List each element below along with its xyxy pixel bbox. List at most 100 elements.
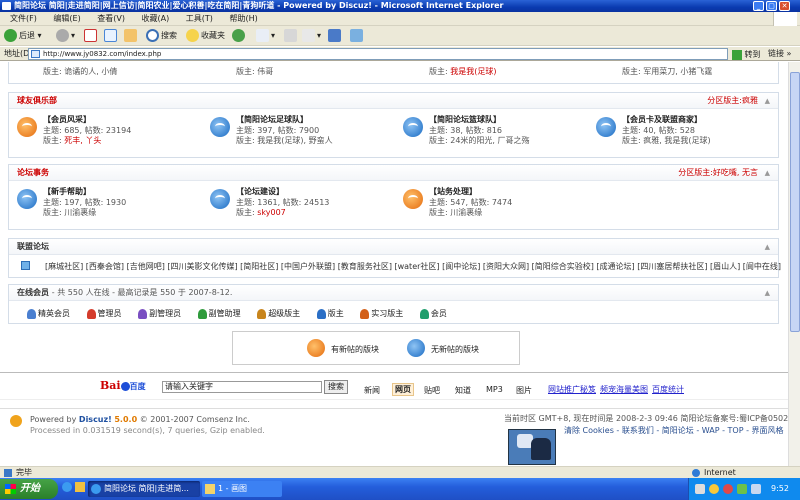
task-browser[interactable]: 简阳论坛 简阳|走进简...	[88, 481, 200, 497]
scrollbar-thumb[interactable]	[790, 72, 800, 332]
tab-web[interactable]: 网页	[392, 383, 414, 396]
edit-icon	[302, 29, 315, 42]
start-button[interactable]: 开始	[0, 479, 58, 499]
baidu-link[interactable]: 百度统计	[652, 384, 684, 395]
legend-no-new: 无新帖的版块	[431, 345, 479, 354]
forum-new-posts-icon	[17, 117, 37, 137]
forum-mods: 版主: 我是我(足球), 野蛮人	[236, 136, 333, 145]
collapse-icon[interactable]: ▲	[765, 93, 770, 109]
collapse-icon[interactable]: ▲	[765, 239, 770, 255]
baidu-link[interactable]: 频宠海量美图	[600, 384, 648, 395]
collapse-icon[interactable]: ▲	[765, 285, 770, 301]
menu-file[interactable]: 文件(F)	[10, 14, 37, 23]
forum-no-new-icon	[407, 339, 425, 357]
member-icon	[27, 308, 36, 319]
baidu-logo[interactable]: Bai 百度	[100, 379, 146, 392]
close-button[interactable]: ✕	[779, 1, 790, 11]
messenger-button[interactable]	[328, 28, 343, 44]
search-button[interactable]: 搜索	[146, 28, 177, 44]
mail-button[interactable]: ▾	[256, 28, 275, 44]
minimize-button[interactable]: _	[753, 1, 764, 11]
history-icon	[232, 29, 245, 42]
trainee-moderator-icon	[360, 308, 370, 319]
section-club: 球友俱乐部 分区版主:疯雅 ▲ 【会员风采】 主题: 685, 帖数: 2319…	[8, 92, 779, 158]
tab-news[interactable]: 新闻	[364, 385, 380, 396]
police-badge-image[interactable]	[508, 429, 556, 465]
task-paint[interactable]: 1 - 画图	[202, 481, 282, 497]
forum-mods: 版主: 我是我(足球)	[429, 67, 497, 76]
union-links[interactable]: [麻城社区] [西秦会馆] [吉他网吧] [四川美影文化传媒] [简阳社区] […	[45, 261, 781, 272]
forum-name[interactable]: 【简阳论坛足球队】	[236, 114, 308, 125]
tab-tieba[interactable]: 贴吧	[424, 385, 440, 396]
paint-icon	[205, 484, 215, 494]
back-arrow-icon	[4, 29, 17, 42]
mods-link[interactable]: 伟哥	[257, 67, 273, 76]
go-arrow-icon	[732, 49, 742, 60]
home-button[interactable]	[124, 28, 139, 44]
forum-name[interactable]: 【新手帮助】	[43, 186, 91, 197]
section-title[interactable]: 球友俱乐部	[17, 96, 57, 105]
forum-entry: 【简阳论坛篮球队】 主题: 38, 帖数: 816 版主: 24米的阳光, 厂哥…	[403, 113, 593, 147]
print-button[interactable]	[284, 28, 299, 44]
forum-name[interactable]: 【站务处理】	[429, 186, 477, 197]
tab-mp3[interactable]: MP3	[486, 385, 503, 394]
section-title: 在线会员	[17, 288, 49, 297]
history-button[interactable]	[232, 28, 247, 44]
antivirus-icon[interactable]	[723, 484, 733, 494]
tab-images[interactable]: 图片	[516, 385, 532, 396]
edit-button[interactable]: ▾	[302, 28, 321, 44]
forum-name[interactable]: 【论坛建设】	[236, 186, 284, 197]
tab-zhidao[interactable]: 知道	[455, 385, 471, 396]
desktop-icon[interactable]	[74, 482, 85, 492]
menu-help[interactable]: 帮助(H)	[229, 14, 257, 23]
tray-app-icon[interactable]	[737, 484, 747, 494]
back-button[interactable]: 后退 ▾	[4, 28, 42, 44]
collapse-icon[interactable]: ▲	[765, 165, 770, 181]
go-button[interactable]: 转到	[732, 48, 761, 62]
ie-icon[interactable]	[62, 482, 72, 492]
mods-link[interactable]: 军用菜刀, 小猪飞霆	[643, 67, 712, 76]
forum-entry: 【会员风采】 主题: 685, 帖数: 23194 版主: 死丰, 丫头	[17, 113, 207, 147]
legend-item: 精英会员	[27, 307, 70, 321]
page-scrollbar[interactable]	[788, 62, 800, 466]
section-title[interactable]: 论坛事务	[17, 168, 49, 177]
volume-icon[interactable]	[751, 484, 761, 494]
ie-icon	[91, 484, 101, 494]
section-online: 在线会员 - 共 550 人在线 - 最高记录是 550 于 2007-8-12…	[8, 284, 779, 324]
research-button[interactable]	[350, 28, 365, 44]
legend-item: 实习版主	[360, 307, 403, 321]
links-label: 链接	[768, 49, 784, 58]
forum-name[interactable]: 【简阳论坛篮球队】	[429, 114, 501, 125]
footer-links[interactable]: 清除 Cookies - 联系我们 - 简阳论坛 - WAP - TOP - 界…	[564, 425, 784, 436]
forward-button[interactable]: ▾	[56, 28, 75, 44]
forum-name[interactable]: 【会员卡及联盟商家】	[622, 114, 702, 125]
legend-has-new: 有新帖的版块	[331, 345, 379, 354]
baidu-search-button[interactable]: 搜索	[324, 380, 348, 394]
network-icon[interactable]	[695, 484, 705, 494]
messenger-icon[interactable]	[709, 484, 719, 494]
discuz-link[interactable]: Discuz!	[79, 415, 112, 424]
section-title: 联盟论坛	[17, 242, 49, 251]
maximize-button[interactable]: ▢	[766, 1, 777, 11]
favorites-button[interactable]: 收藏夹	[186, 28, 225, 44]
menu-favorites[interactable]: 收藏(A)	[142, 14, 170, 23]
messenger-icon	[328, 29, 341, 42]
links-button[interactable]: 链接 »	[768, 47, 791, 61]
menu-view[interactable]: 查看(V)	[97, 14, 125, 23]
mods-link[interactable]: 我是我(足球)	[450, 67, 496, 76]
forum-no-new-icon	[210, 117, 230, 137]
member-icon	[419, 308, 429, 319]
refresh-button[interactable]	[104, 28, 119, 44]
baidu-search-input[interactable]: 请输入关键字	[162, 381, 322, 393]
forward-arrow-icon	[56, 29, 69, 42]
research-icon	[350, 29, 363, 42]
menu-tools[interactable]: 工具(T)	[186, 14, 213, 23]
legend-item: 副管助理	[197, 307, 241, 321]
menu-edit[interactable]: 编辑(E)	[53, 14, 80, 23]
admin-assistant-icon	[197, 308, 207, 319]
baidu-link[interactable]: 网站推广秘笈	[548, 384, 596, 395]
forum-name[interactable]: 【会员风采】	[43, 114, 91, 125]
address-input[interactable]: http://www.jy0832.com/index.php	[28, 48, 728, 60]
stop-button[interactable]	[84, 28, 99, 44]
mods-link[interactable]: 诡谲的人, 小倩	[64, 67, 117, 76]
